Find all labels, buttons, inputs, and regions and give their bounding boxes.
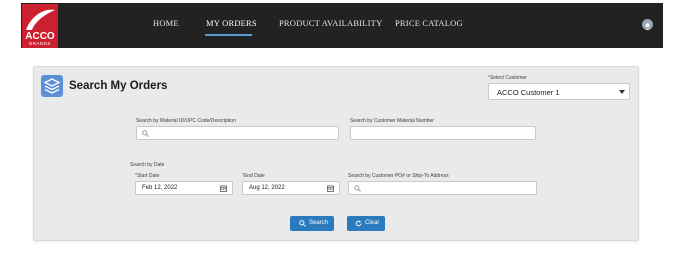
- nav-item-price-catalog[interactable]: PRICE CATALOG: [395, 18, 463, 28]
- start-date-input[interactable]: Feb 12, 2022: [135, 181, 233, 195]
- nav-item-product-availability[interactable]: PRODUCT AVAILABILITY: [279, 18, 382, 28]
- chevron-down-icon: [619, 90, 625, 94]
- top-nav-bar: ACCO BRANDS HOME MY ORDERS PRODUCT AVAIL…: [21, 3, 663, 48]
- search-by-date-label: Search by Date: [130, 162, 165, 168]
- clear-button[interactable]: Clear: [347, 216, 385, 231]
- user-icon[interactable]: [642, 19, 653, 30]
- search-icon: [354, 185, 361, 192]
- search-button[interactable]: Search: [290, 216, 334, 231]
- end-date-input[interactable]: Aug 12, 2022: [242, 181, 340, 195]
- acco-brands-logo[interactable]: ACCO BRANDS: [22, 4, 58, 48]
- calendar-icon[interactable]: [220, 185, 227, 192]
- customer-select-value: ACCO Customer 1: [497, 88, 560, 97]
- search-icon: [299, 220, 306, 227]
- customer-material-input[interactable]: [350, 126, 536, 140]
- nav-item-home[interactable]: HOME: [153, 18, 179, 28]
- clear-button-label: Clear: [365, 220, 380, 226]
- calendar-icon[interactable]: [327, 185, 334, 192]
- nav-item-my-orders[interactable]: MY ORDERS: [206, 18, 257, 28]
- svg-text:BRANDS: BRANDS: [29, 41, 51, 46]
- search-orders-panel: Search My Orders *Select Customer ACCO C…: [33, 66, 639, 241]
- search-icon: [142, 130, 149, 137]
- active-nav-indicator: [205, 34, 252, 36]
- po-ship-search-input[interactable]: [348, 181, 537, 195]
- start-date-label: *Start Date: [135, 173, 160, 179]
- po-ship-search-label: Search by Customer PO# or Ship-To Addres…: [348, 173, 449, 179]
- material-search-input[interactable]: [136, 126, 339, 140]
- end-date-label: *End Date: [242, 173, 265, 179]
- search-button-label: Search: [309, 220, 329, 226]
- select-customer-label: *Select Customer: [488, 75, 527, 81]
- refresh-icon: [355, 220, 362, 227]
- customer-material-label: Search by Customer Material Number: [350, 118, 434, 124]
- customer-select[interactable]: ACCO Customer 1: [488, 83, 630, 100]
- page-title: Search My Orders: [69, 80, 168, 92]
- material-search-label: Search by Material ID/UPC Code/Descripti…: [136, 118, 236, 124]
- stack-icon: [41, 75, 63, 97]
